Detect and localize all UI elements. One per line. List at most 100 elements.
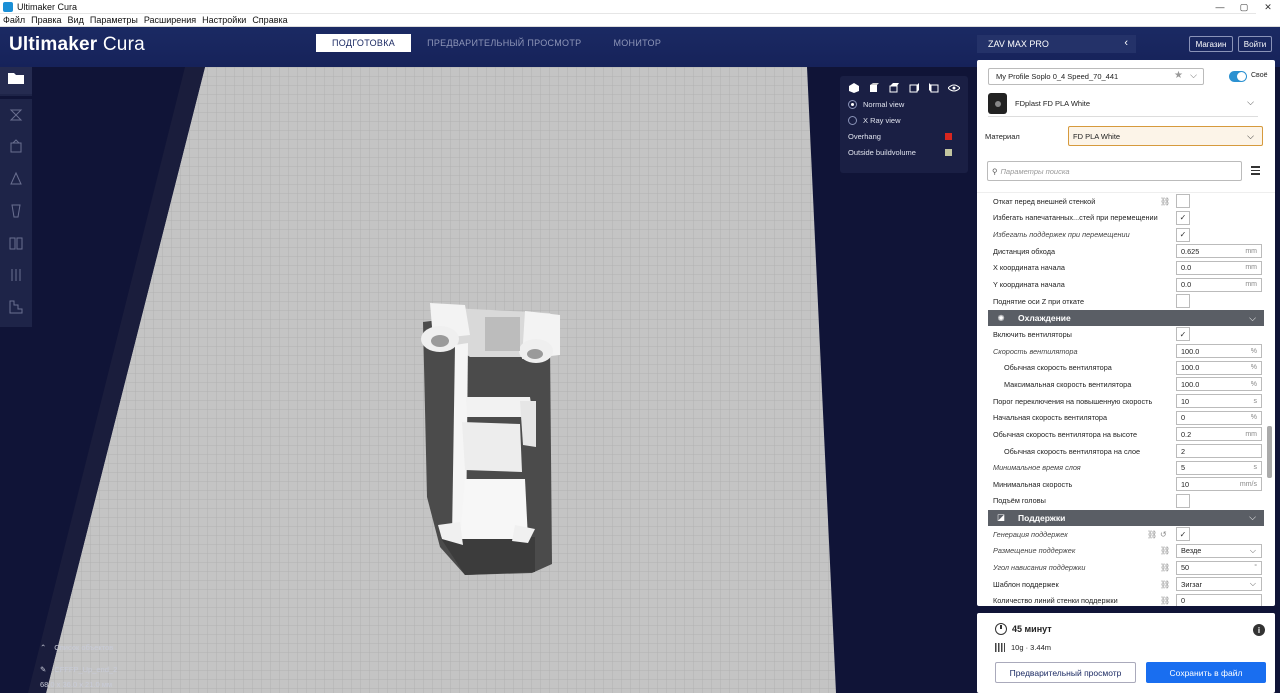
setting-input[interactable]: 50 °: [1176, 560, 1262, 575]
setting-checkbox[interactable]: ✓: [1176, 327, 1190, 342]
extruder-tab[interactable]: FDplast FD PLA White ⌵: [988, 91, 1258, 117]
support-blocker-button[interactable]: [0, 259, 32, 291]
object-list-toggle[interactable]: ⌃ Список объектов: [40, 638, 117, 656]
setting-input[interactable]: 0.625 mm: [1176, 244, 1262, 259]
outside-buildvolume-label: Outside buildvolume: [848, 148, 916, 157]
menu-settings[interactable]: Параметры: [87, 15, 141, 25]
move-tool-button[interactable]: [0, 99, 32, 131]
material-select[interactable]: FD PLA White ⌵: [1068, 126, 1263, 146]
3d-view-icon[interactable]: [848, 82, 860, 94]
setting-input[interactable]: 10 mm/s: [1176, 477, 1262, 492]
link-icon[interactable]: ⛓: [1160, 546, 1170, 555]
setting-label: Обычная скорость вентилятора на слое: [1004, 446, 1141, 456]
setting-input[interactable]: 100.0%: [1176, 360, 1262, 375]
tab-preview[interactable]: ПРЕДВАРИТЕЛЬНЫЙ ПРОСМОТР: [411, 34, 597, 52]
link-icon[interactable]: ⛓: [1160, 563, 1170, 572]
left-view-icon[interactable]: [908, 82, 920, 94]
setting-checkbox[interactable]: [1176, 294, 1190, 309]
menu-preferences[interactable]: Настройки: [199, 15, 249, 25]
link-icon[interactable]: ⛓: [1160, 580, 1170, 589]
rotate-tool-button[interactable]: [0, 163, 32, 195]
setting-label: Начальная скорость вентилятора: [993, 413, 1108, 423]
top-view-icon[interactable]: [888, 82, 900, 94]
maximize-icon[interactable]: ▢: [1232, 0, 1256, 14]
setting-checkbox[interactable]: [1176, 194, 1190, 209]
setting-row: Генерация поддержек ⛓ ↺ ✓: [977, 526, 1275, 543]
setting-label: Подъём головы: [993, 496, 1046, 506]
setting-input[interactable]: 0.0 mm: [1176, 260, 1262, 275]
scale-tool-button[interactable]: [0, 131, 32, 163]
setting-input[interactable]: 2: [1176, 444, 1262, 459]
setting-input[interactable]: 5s: [1176, 460, 1262, 475]
setting-unit: s: [1253, 464, 1258, 472]
right-view-icon[interactable]: [928, 82, 940, 94]
settings-category[interactable]: ◪ Поддержки ⌵: [988, 509, 1264, 526]
setting-input[interactable]: 0: [1176, 593, 1262, 606]
menu-extensions[interactable]: Расширения: [141, 15, 199, 25]
close-icon[interactable]: ✕: [1256, 0, 1280, 14]
tab-prepare[interactable]: ПОДГОТОВКА: [316, 34, 412, 52]
xray-view-option[interactable]: X Ray view: [848, 113, 960, 128]
normal-view-option[interactable]: Normal view: [848, 97, 960, 112]
star-icon[interactable]: ★: [1174, 70, 1183, 81]
setting-label: Откат перед внешней стенкой: [993, 196, 1096, 206]
setting-unit: mm: [1245, 264, 1257, 272]
custom-mode-toggle[interactable]: [1229, 71, 1247, 82]
window-controls: — ▢ ✕: [1208, 0, 1280, 14]
minimize-icon[interactable]: —: [1208, 0, 1232, 14]
setting-checkbox[interactable]: ✓: [1176, 227, 1190, 242]
save-to-file-button[interactable]: Сохранить в файл: [1146, 662, 1266, 683]
preview-button[interactable]: Предварительный просмотр: [995, 662, 1136, 683]
setting-value: 0: [1181, 413, 1186, 423]
material-label: Материал: [985, 132, 1020, 141]
marketplace-button[interactable]: Магазин: [1189, 36, 1233, 52]
stairs-tool-button[interactable]: [0, 291, 32, 323]
setting-select[interactable]: Зигзаг ⌵: [1176, 577, 1262, 592]
info-icon[interactable]: i: [1253, 624, 1265, 636]
menu-edit[interactable]: Правка: [28, 15, 64, 25]
object-dimensions: 68.0 x 36.0 x 21.0 мм: [40, 679, 113, 689]
normal-view-radio[interactable]: [848, 100, 857, 109]
setting-checkbox[interactable]: ✓: [1176, 210, 1190, 225]
setting-checkbox[interactable]: ✓: [1176, 527, 1190, 542]
eye-icon[interactable]: [948, 82, 960, 94]
menu-file[interactable]: Файл: [0, 15, 28, 25]
setting-input[interactable]: 100.0%: [1176, 377, 1262, 392]
printer-selector[interactable]: ZAV MAX PRO ‹: [977, 35, 1136, 53]
tab-monitor[interactable]: МОНИТОР: [597, 34, 677, 52]
overhang-label: Overhang: [848, 132, 881, 141]
setting-input[interactable]: 0.2 mm: [1176, 427, 1262, 442]
open-file-button[interactable]: [0, 67, 32, 94]
setting-select[interactable]: Везде ⌵: [1176, 543, 1262, 558]
outside-buildvolume-legend: Outside buildvolume: [848, 145, 960, 160]
settings-scrollbar[interactable]: [1267, 426, 1272, 478]
reset-icon[interactable]: ↺: [1160, 530, 1167, 539]
xray-view-radio[interactable]: [848, 116, 857, 125]
model-object[interactable]: [421, 303, 560, 575]
settings-category[interactable]: ✺ Охлаждение ⌵: [988, 310, 1264, 327]
object-list-item[interactable]: ✎ CFFFP_Up_end_2: [40, 660, 117, 678]
settings-search-input[interactable]: ⚲ Параметры поиска: [987, 161, 1242, 181]
setting-input[interactable]: 100.0%: [1176, 344, 1262, 359]
menu-help[interactable]: Справка: [249, 15, 290, 25]
mirror-tool-button[interactable]: [0, 195, 32, 227]
setting-checkbox[interactable]: [1176, 493, 1190, 508]
link-icon[interactable]: ⛓: [1147, 530, 1157, 539]
per-model-settings-button[interactable]: [0, 227, 32, 259]
signin-button[interactable]: Войти: [1238, 36, 1272, 52]
setting-label: X координата начала: [993, 263, 1065, 273]
setting-input[interactable]: 0.0 mm: [1176, 277, 1262, 292]
setting-input[interactable]: 10 s: [1176, 394, 1262, 409]
front-view-icon[interactable]: [868, 82, 880, 94]
setting-row: Обычная скорость вентилятора 100.0%: [977, 360, 1275, 377]
link-icon[interactable]: ⛓: [1160, 197, 1170, 206]
setting-row: Дистанция обхода 0.625 mm: [977, 243, 1275, 260]
setting-label: Обычная скорость вентилятора на высоте: [993, 429, 1138, 439]
setting-row: Обычная скорость вентилятора на слое 2: [977, 443, 1275, 460]
menu-view[interactable]: Вид: [65, 15, 87, 25]
profile-selector[interactable]: My Profile Soplo 0_4 Speed_70_441 ★ ⌵: [988, 68, 1204, 85]
hamburger-menu-icon[interactable]: [1251, 166, 1260, 177]
settings-list[interactable]: Откат перед внешней стенкой ⛓ Избегать нап…: [977, 192, 1275, 606]
setting-input[interactable]: 0%: [1176, 410, 1262, 425]
link-icon[interactable]: ⛓: [1160, 596, 1170, 605]
